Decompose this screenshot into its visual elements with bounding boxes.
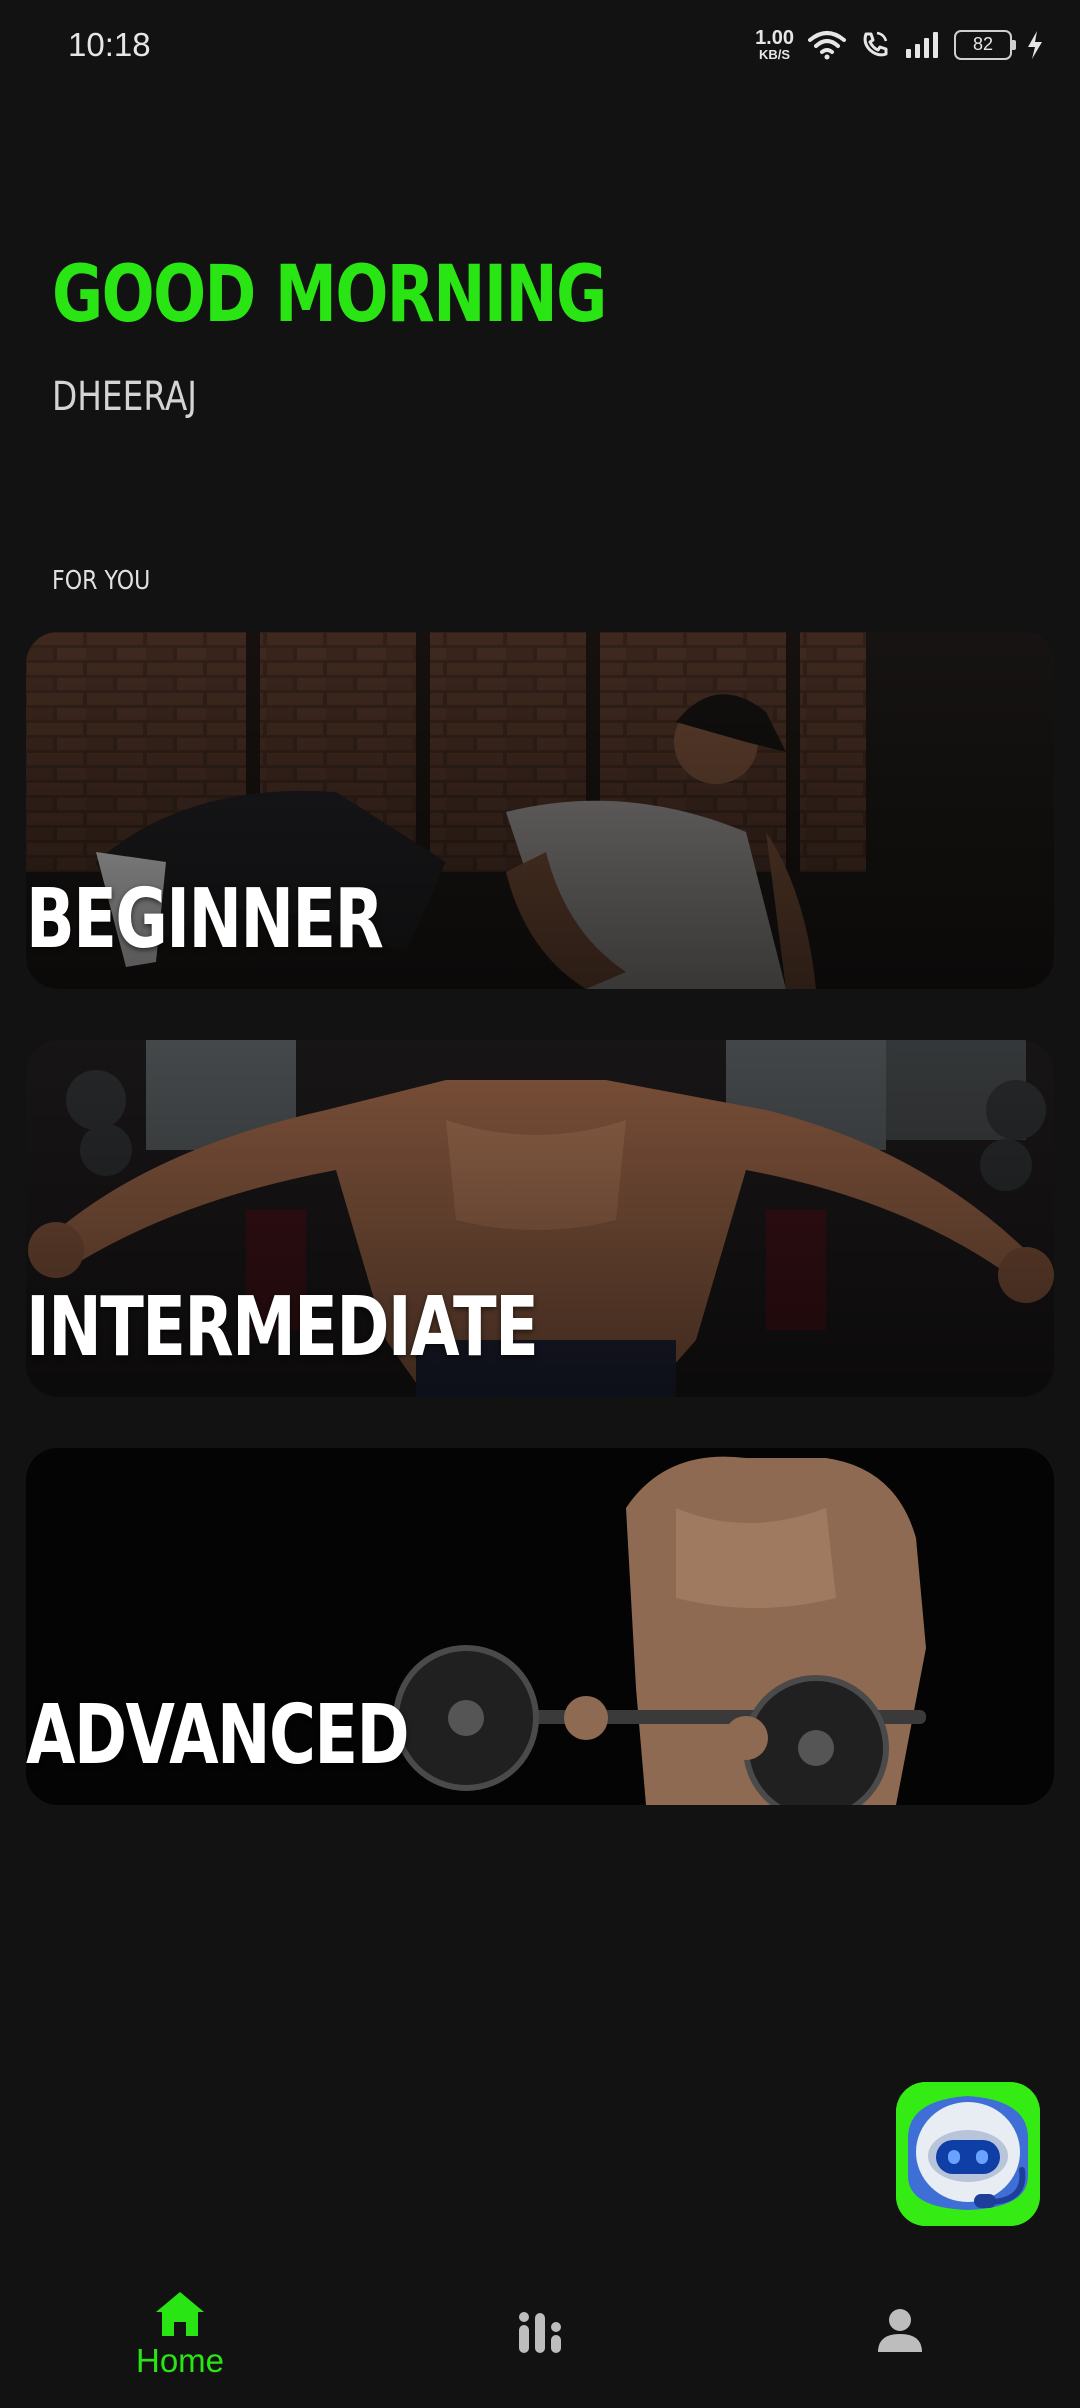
charging-icon xyxy=(1028,30,1042,59)
card-title-intermediate: INTERMEDIATE xyxy=(26,1280,539,1375)
card-title-beginner: BEGINNER xyxy=(26,872,384,967)
profile-icon xyxy=(878,2309,922,2352)
battery-icon: 82 xyxy=(954,29,1016,60)
greeting-title: GOOD MORNING xyxy=(52,250,607,340)
card-advanced[interactable]: ADVANCED xyxy=(26,1448,1054,1805)
home-screen: 10:18 1.00 KB/S 82 GOOD MORNING DHEERAJ … xyxy=(0,0,1080,2408)
signal-icon xyxy=(906,31,938,58)
bottom-navigation: Home xyxy=(0,2270,1080,2408)
status-bar: 10:18 1.00 KB/S 82 xyxy=(0,0,1080,96)
network-speed: 1.00 KB/S xyxy=(755,28,794,61)
battery-level: 82 xyxy=(972,34,994,54)
wifi-call-icon xyxy=(863,31,888,56)
stats-icon xyxy=(519,2312,561,2353)
wifi-icon xyxy=(808,30,846,59)
nav-stats[interactable] xyxy=(440,2270,640,2408)
username: DHEERAJ xyxy=(52,374,197,420)
nav-home-label: Home xyxy=(135,2342,225,2379)
nav-profile[interactable] xyxy=(800,2270,1000,2408)
status-time: 10:18 xyxy=(68,26,151,63)
chatbot-robot-icon xyxy=(896,2082,1040,2226)
card-beginner[interactable]: BEGINNER xyxy=(26,632,1054,989)
card-intermediate[interactable]: INTERMEDIATE xyxy=(26,1040,1054,1397)
home-icon xyxy=(156,2292,204,2336)
section-label-for-you: FOR YOU xyxy=(52,566,151,596)
card-title-advanced: ADVANCED xyxy=(26,1688,410,1783)
nav-home[interactable]: Home xyxy=(80,2270,280,2408)
chatbot-button[interactable] xyxy=(896,2082,1040,2226)
network-speed-value: 1.00 xyxy=(755,27,794,49)
status-icons: 1.00 KB/S 82 xyxy=(755,28,1044,61)
network-speed-unit: KB/S xyxy=(759,47,791,62)
